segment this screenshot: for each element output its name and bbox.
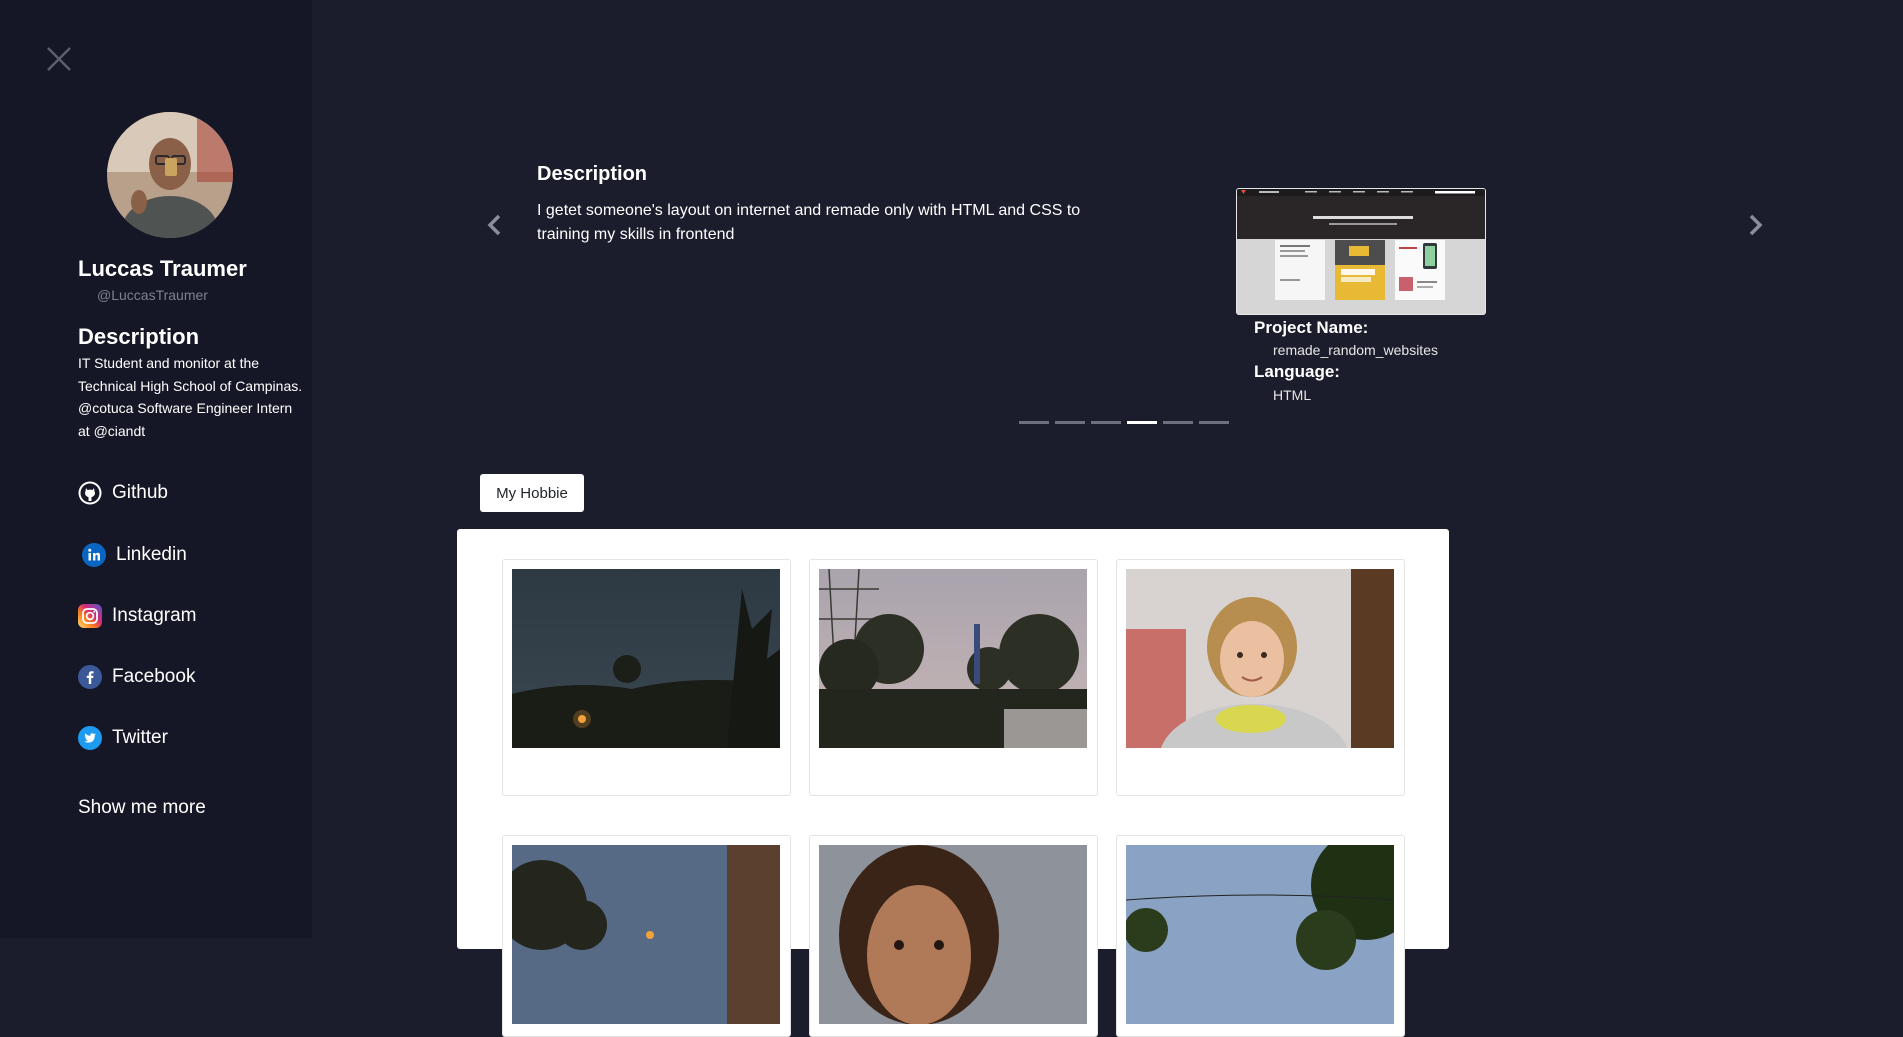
profile-description-line: @cotuca Software Engineer Intern [78, 400, 293, 416]
linkedin-icon [82, 543, 106, 567]
gallery-photo [819, 569, 1087, 748]
gallery-card[interactable] [1116, 835, 1405, 1037]
carousel-indicator-4[interactable] [1127, 421, 1157, 424]
carousel-indicator-3[interactable] [1091, 421, 1121, 424]
twitter-link[interactable]: Twitter [78, 726, 168, 750]
gallery-photo [512, 569, 780, 748]
facebook-label: Facebook [112, 666, 196, 687]
carousel-indicators [1019, 421, 1229, 424]
avatar [107, 112, 233, 238]
github-label: Github [112, 482, 168, 503]
gallery-card[interactable] [809, 559, 1098, 796]
gallery-card[interactable] [502, 835, 791, 1037]
linkedin-link[interactable]: Linkedin [78, 543, 187, 567]
carousel-indicator-2[interactable] [1055, 421, 1085, 424]
instagram-link[interactable]: Instagram [78, 604, 196, 628]
close-icon[interactable] [45, 45, 73, 73]
carousel-indicator-6[interactable] [1199, 421, 1229, 424]
linkedin-label: Linkedin [116, 544, 187, 565]
twitter-label: Twitter [112, 727, 168, 748]
profile-description-title: Description [78, 324, 200, 349]
profile-description: IT Student and monitor at the Technical … [78, 352, 318, 442]
github-icon [78, 481, 102, 505]
profile-name: Luccas Traumer [78, 256, 247, 281]
carousel-indicator-5[interactable] [1163, 421, 1193, 424]
slide-description-title: Description [537, 163, 648, 185]
profile-description-line: IT Student and monitor at the [78, 355, 260, 371]
twitter-icon [78, 726, 102, 750]
project-name-value: remade_random_websites [1273, 342, 1438, 358]
gallery-photo [1126, 845, 1394, 1024]
project-name-label: Project Name: [1254, 318, 1369, 337]
instagram-label: Instagram [112, 605, 197, 626]
carousel-prev-button[interactable] [482, 212, 508, 238]
gallery-photo [819, 845, 1087, 1024]
gallery-photo [512, 845, 780, 1024]
my-hobbie-button[interactable]: My Hobbie [480, 474, 584, 512]
show-more-link[interactable]: Show me more [78, 797, 206, 819]
github-link[interactable]: Github [78, 481, 168, 505]
gallery-card[interactable] [1116, 559, 1405, 796]
carousel-next-button[interactable] [1742, 212, 1768, 238]
profile-description-line: at @ciandt [78, 422, 146, 439]
sidebar: Luccas Traumer @LuccasTraumer Descriptio… [0, 0, 312, 938]
gallery-card[interactable] [809, 835, 1098, 1037]
language-value: HTML [1273, 387, 1312, 403]
slide-description-text: I getet someone's layout on internet and… [537, 202, 1081, 243]
language-label: Language: [1254, 362, 1340, 381]
facebook-icon [78, 665, 102, 689]
profile-handle: @LuccasTraumer [97, 287, 208, 303]
hobbie-gallery [457, 529, 1449, 1037]
facebook-link[interactable]: Facebook [78, 665, 195, 689]
instagram-icon [78, 604, 102, 628]
profile-description-line: Technical High School of Campinas. [78, 377, 303, 394]
gallery-card[interactable] [502, 559, 791, 796]
gallery-photo [1126, 569, 1394, 748]
project-preview-image [1236, 188, 1486, 315]
carousel-indicator-1[interactable] [1019, 421, 1049, 424]
